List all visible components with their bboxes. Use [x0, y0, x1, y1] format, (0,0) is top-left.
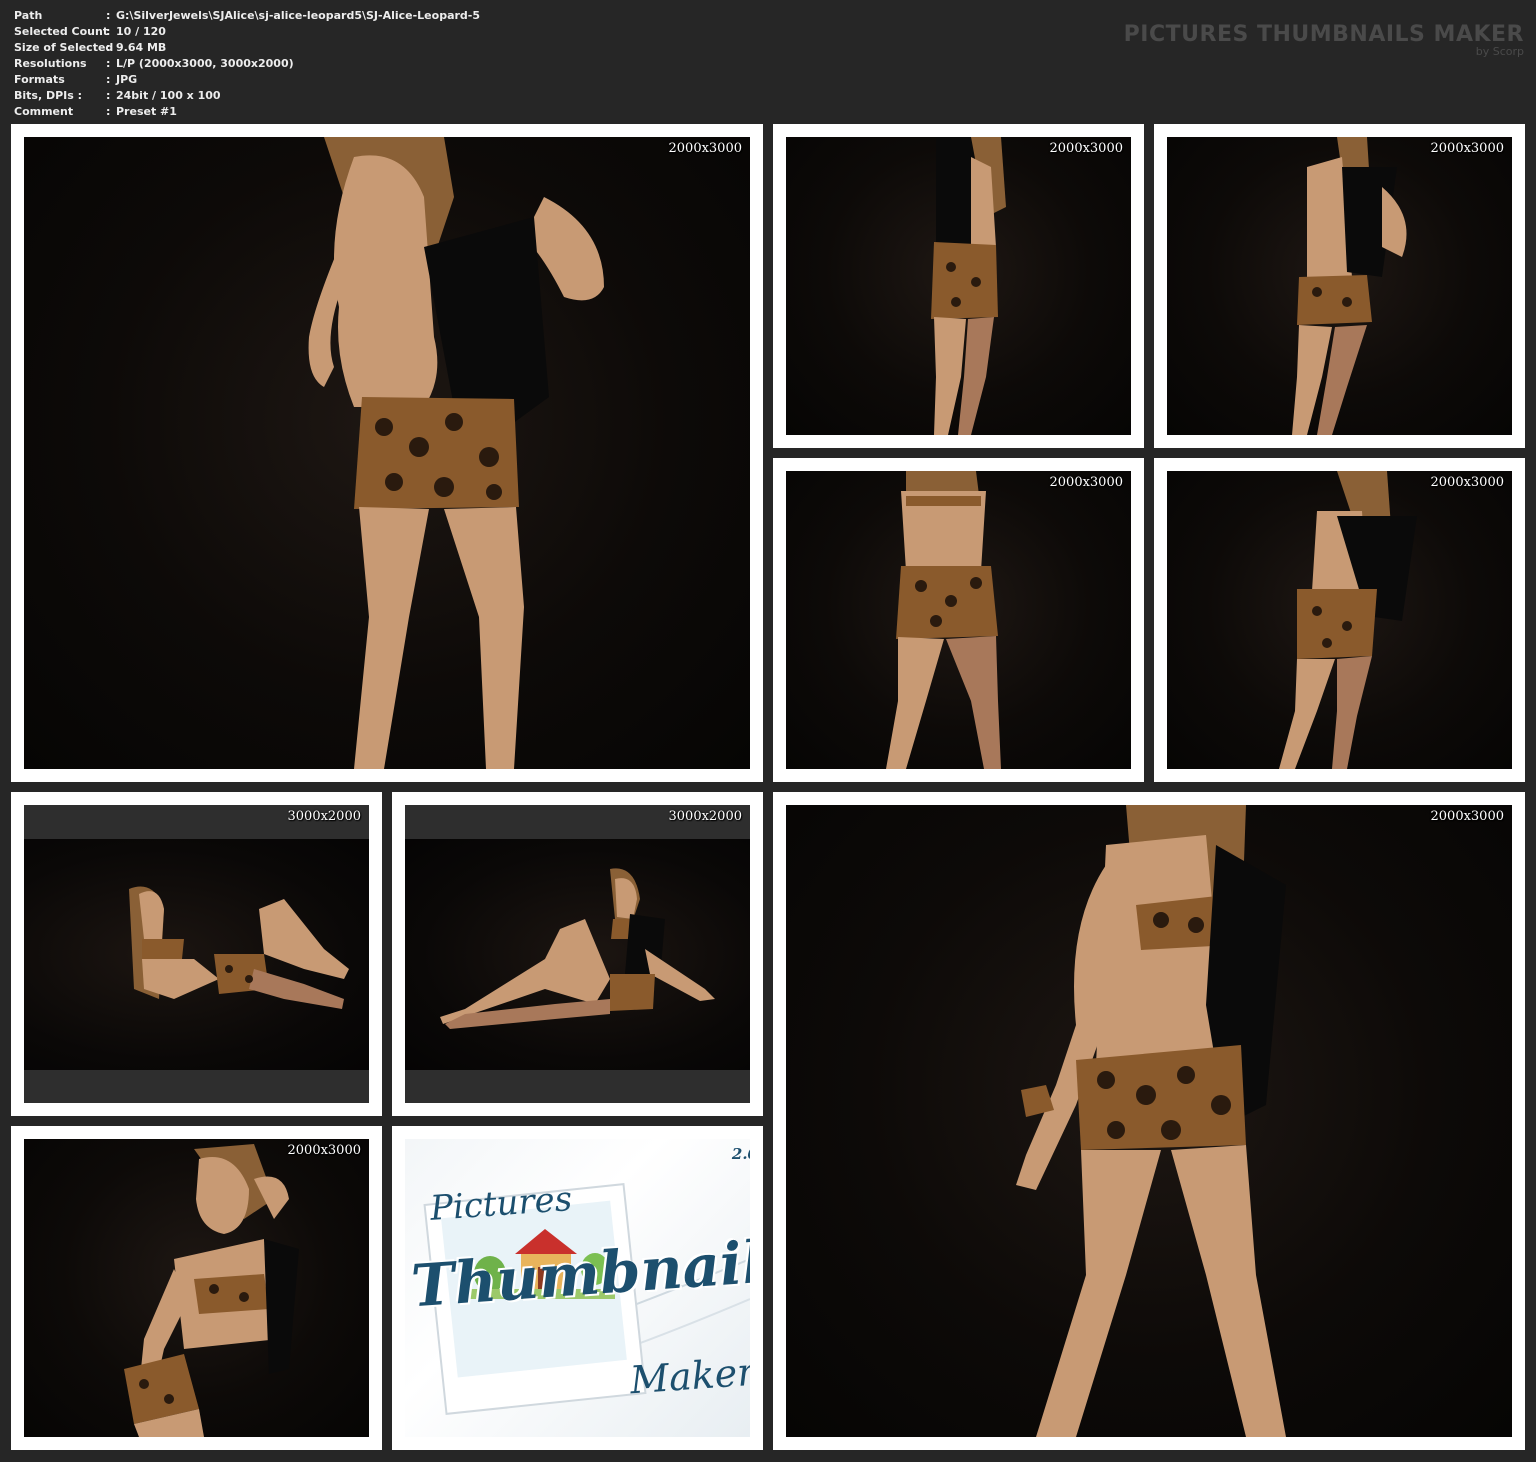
thumbnail-8[interactable]: 2000x3000 — [773, 792, 1525, 1450]
resolution-label: 2000x3000 — [1049, 141, 1124, 156]
thumbnail-image: 2000x3000 — [24, 137, 750, 769]
info-key: Size of Selected — [14, 41, 114, 54]
info-key: Path — [14, 9, 43, 22]
thumbnail-7[interactable]: 3000x2000 — [392, 792, 763, 1116]
brand-title: PICTURES THUMBNAILS MAKER — [1123, 22, 1524, 47]
info-value: L/P (2000x3000, 3000x2000) — [116, 57, 294, 70]
figure-silhouette — [124, 1144, 299, 1437]
info-key: Comment — [14, 105, 74, 118]
figure-silhouette — [308, 137, 604, 769]
info-row-resolutions: Resolutions : L/P (2000x3000, 3000x2000) — [14, 56, 480, 72]
info-value: 9.64 MB — [116, 41, 167, 54]
logo-image: Pictures Thumbnails Maker 2.0 — [405, 1139, 750, 1437]
figure-silhouette — [129, 886, 349, 1009]
resolution-label: 3000x2000 — [287, 809, 362, 824]
brand-logo: PICTURES THUMBNAILS MAKER by Scorp — [1124, 22, 1524, 58]
thumbnail-image: 2000x3000 — [1167, 471, 1512, 769]
info-row-size: Size of Selected : 9.64 MB — [14, 40, 480, 56]
info-value: 10 / 120 — [116, 25, 166, 38]
thumbnail-image: 2000x3000 — [786, 471, 1131, 769]
resolution-label: 3000x2000 — [668, 809, 743, 824]
thumbnail-image: 2000x3000 — [786, 805, 1512, 1437]
thumbnail-image: 2000x3000 — [24, 1139, 369, 1437]
info-separator: : — [106, 73, 111, 86]
info-separator: : — [106, 9, 111, 22]
info-value: G:\SilverJewels\SJAlice\sj-alice-leopard… — [116, 9, 481, 22]
logo-version: 2.0 — [731, 1145, 750, 1163]
figure-silhouette — [440, 868, 715, 1029]
figure-silhouette — [1016, 805, 1286, 1437]
info-value: JPG — [116, 73, 138, 86]
info-value: 24bit / 100 x 100 — [116, 89, 221, 102]
info-key: Formats — [14, 73, 65, 86]
resolution-label: 2000x3000 — [1430, 141, 1505, 156]
thumbnail-9[interactable]: 2000x3000 — [11, 1126, 382, 1450]
info-row-bits: Bits, DPIs : : 24bit / 100 x 100 — [14, 88, 480, 104]
info-separator: : — [106, 89, 111, 102]
info-key: Selected Count — [14, 25, 109, 38]
resolution-label: 2000x3000 — [1049, 475, 1124, 490]
thumbnail-image: 3000x2000 — [24, 805, 369, 1103]
thumbnail-10-logo[interactable]: Pictures Thumbnails Maker 2.0 — [392, 1126, 763, 1450]
resolution-label: 2000x3000 — [668, 141, 743, 156]
figure-silhouette — [1292, 137, 1407, 435]
info-row-formats: Formats : JPG — [14, 72, 480, 88]
info-separator: : — [106, 57, 111, 70]
thumbnail-image: 2000x3000 — [1167, 137, 1512, 435]
resolution-label: 2000x3000 — [287, 1143, 362, 1158]
resolution-label: 2000x3000 — [1430, 475, 1505, 490]
thumbnail-6[interactable]: 3000x2000 — [11, 792, 382, 1116]
thumbnail-image: 3000x2000 — [405, 805, 750, 1103]
info-row-comment: Comment : Preset #1 — [14, 104, 480, 120]
figure-silhouette — [886, 471, 1001, 769]
info-key: Resolutions — [14, 57, 87, 70]
info-separator: : — [106, 25, 111, 38]
info-row-path: Path : G:\SilverJewels\SJAlice\sj-alice-… — [14, 8, 480, 24]
info-value: Preset #1 — [116, 105, 177, 118]
landscape-photo — [405, 839, 750, 1070]
resolution-label: 2000x3000 — [1430, 809, 1505, 824]
thumbnail-image: 2000x3000 — [786, 137, 1131, 435]
info-row-selected-count: Selected Count : 10 / 120 — [14, 24, 480, 40]
figure-silhouette — [1279, 471, 1417, 769]
info-separator: : — [106, 41, 111, 54]
thumbnail-2[interactable]: 2000x3000 — [773, 124, 1144, 448]
thumbnail-4[interactable]: 2000x3000 — [773, 458, 1144, 782]
thumbnail-3[interactable]: 2000x3000 — [1154, 124, 1525, 448]
info-separator: : — [106, 105, 111, 118]
landscape-photo — [24, 839, 369, 1070]
info-key: Bits, DPIs : — [14, 89, 83, 102]
figure-silhouette — [931, 137, 1006, 435]
info-panel: Path : G:\SilverJewels\SJAlice\sj-alice-… — [14, 8, 480, 120]
thumbnail-5[interactable]: 2000x3000 — [1154, 458, 1525, 782]
thumbnail-1[interactable]: 2000x3000 — [11, 124, 763, 782]
logo-text-maker: Maker — [628, 1349, 750, 1403]
